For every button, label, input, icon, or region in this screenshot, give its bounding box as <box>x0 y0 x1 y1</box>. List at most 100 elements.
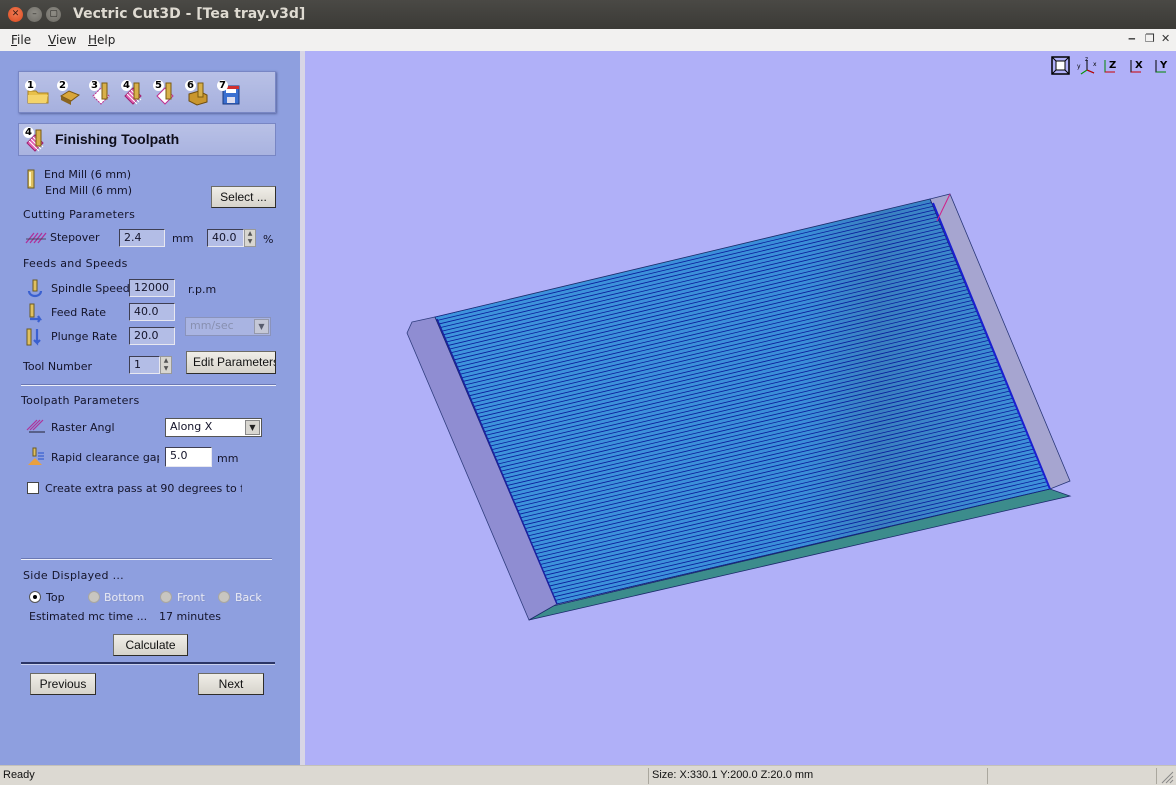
status-separator <box>1156 768 1157 784</box>
spin-down-icon[interactable]: ▼ <box>161 365 171 373</box>
extra-pass-label: Create extra pass at 90 degrees to first <box>45 482 242 495</box>
wizard-step-5[interactable]: 5 <box>153 80 179 106</box>
raster-angle-value: Along X <box>170 420 213 433</box>
wizard-step-7[interactable]: 7 <box>217 80 243 106</box>
current-step-header: 4 Finishing Toolpath <box>18 123 276 156</box>
menu-view-accel: V <box>48 33 56 47</box>
plunge-rate-icon <box>26 328 41 346</box>
stepover-percent-input[interactable]: 40.0 <box>207 229 244 247</box>
spin-up-icon[interactable]: ▲ <box>161 357 171 365</box>
feed-rate-label: Feed Rate <box>51 306 106 319</box>
tool-description: End Mill (6 mm) <box>45 184 133 197</box>
stepover-label: Stepover <box>50 231 100 244</box>
status-text: Ready <box>3 769 35 781</box>
spindle-speed-input[interactable]: 12000 <box>129 279 175 297</box>
mdi-restore-button[interactable]: ❐ <box>1145 32 1155 45</box>
rate-unit-value: mm/sec <box>190 319 234 332</box>
toolpath-panel: 1 2 3 4 5 6 7 4 Finishing Toolpath End M… <box>0 51 300 765</box>
feed-rate-input[interactable]: 40.0 <box>129 303 175 321</box>
menu-help-label: elp <box>97 33 116 47</box>
step-number: 6 <box>185 80 196 91</box>
minimize-icon: ‒ <box>1128 32 1136 45</box>
estimated-time-label: Estimated mc time ... <box>29 610 148 623</box>
raster-angle-label: Raster Angle <box>51 421 114 434</box>
menu-file[interactable]: File <box>11 33 31 47</box>
spindle-speed-label: Spindle Speed <box>51 282 130 295</box>
wizard-step-2[interactable]: 2 <box>57 80 83 106</box>
rapid-clearance-icon <box>28 447 44 465</box>
side-top-label: Top <box>46 591 65 604</box>
chevron-down-icon[interactable]: ▼ <box>245 420 260 435</box>
feeds-speeds-heading: Feeds and Speeds <box>23 257 128 270</box>
end-mill-icon <box>27 169 35 189</box>
raster-angle-icon <box>26 419 45 433</box>
spindle-speed-unit: r.p.m <box>188 283 217 296</box>
minimize-window-button[interactable]: – <box>27 7 42 22</box>
close-window-button[interactable]: ✕ <box>8 7 23 22</box>
menu-help[interactable]: Help <box>88 33 115 47</box>
step-number: 5 <box>153 80 164 91</box>
calculate-button[interactable]: Calculate <box>113 634 188 656</box>
step-number: 4 <box>121 80 132 91</box>
extra-pass-checkbox[interactable] <box>27 482 39 494</box>
maximize-window-button[interactable]: ▢ <box>46 7 61 22</box>
menu-help-accel: H <box>88 33 98 47</box>
current-step-icon-wrap: 4 <box>23 127 49 153</box>
menu-bar: File View Help ‒ ❐ ✕ <box>0 29 1176 51</box>
cutting-parameters-heading: Cutting Parameters <box>23 208 136 221</box>
menu-view[interactable]: View <box>48 33 76 47</box>
stepover-unit: mm <box>172 232 194 245</box>
side-front-label: Front <box>177 591 205 604</box>
spin-down-icon[interactable]: ▼ <box>245 238 255 246</box>
plunge-rate-input[interactable]: 20.0 <box>129 327 175 345</box>
rapid-clearance-input[interactable]: 5.0 <box>165 447 212 467</box>
edit-parameters-button[interactable]: Edit Parameters <box>186 351 276 374</box>
next-button[interactable]: Next <box>198 673 264 695</box>
toolpath-parameters-heading: Toolpath Parameters <box>21 394 140 407</box>
rapid-clearance-label: Rapid clearance gap <box>51 451 159 464</box>
tool-number-label: Tool Number <box>23 360 93 373</box>
3d-viewport[interactable]: yzx Z X Y <box>305 51 1176 765</box>
stepover-percent-spinner[interactable]: ▲ ▼ <box>244 229 256 247</box>
resize-grip-icon[interactable] <box>1160 770 1174 784</box>
previous-button[interactable]: Previous <box>30 673 96 695</box>
feed-rate-icon <box>29 303 43 323</box>
tool-name: End Mill (6 mm) <box>44 168 132 181</box>
step-number: 4 <box>23 127 34 138</box>
status-separator <box>987 768 988 784</box>
side-front-radio <box>160 591 172 603</box>
side-bottom-label: Bottom <box>104 591 145 604</box>
wizard-step-4[interactable]: 4 <box>121 80 147 106</box>
close-icon: ✕ <box>1161 32 1171 45</box>
plunge-rate-label: Plunge Rate <box>51 330 118 343</box>
step-number: 3 <box>89 80 100 91</box>
estimated-time-value: 17 minutes <box>159 610 222 623</box>
select-tool-button[interactable]: Select ... <box>211 186 276 208</box>
mdi-close-button[interactable]: ✕ <box>1161 32 1170 45</box>
stepover-icon <box>25 232 47 244</box>
spin-up-icon[interactable]: ▲ <box>245 230 255 238</box>
step-number: 7 <box>217 80 228 91</box>
rapid-clearance-unit: mm <box>217 452 239 465</box>
title-bar: ✕ – ▢ Vectric Cut3D - [Tea tray.v3d] <box>0 0 1176 29</box>
wizard-step-3[interactable]: 3 <box>89 80 115 106</box>
wizard-step-1[interactable]: 1 <box>25 80 51 106</box>
close-icon: ✕ <box>11 9 20 19</box>
step-number: 1 <box>25 80 36 91</box>
maximize-icon: ▢ <box>49 9 58 19</box>
side-top-radio[interactable] <box>29 591 41 603</box>
tool-number-input[interactable]: 1 <box>129 356 160 374</box>
side-displayed-heading: Side Displayed ... <box>23 569 124 582</box>
side-back-radio <box>218 591 230 603</box>
chevron-down-icon: ▼ <box>254 319 269 334</box>
wizard-step-6[interactable]: 6 <box>185 80 211 106</box>
minimize-icon: – <box>32 9 37 19</box>
stepover-input[interactable]: 2.4 <box>119 229 165 247</box>
mdi-minimize-button[interactable]: ‒ <box>1128 32 1136 45</box>
raster-angle-select[interactable]: Along X ▼ <box>165 418 262 437</box>
tool-number-spinner[interactable]: ▲ ▼ <box>160 356 172 374</box>
menu-view-label: iew <box>55 33 77 47</box>
divider <box>21 662 275 665</box>
divider <box>21 384 276 386</box>
percent-unit: % <box>263 233 274 246</box>
